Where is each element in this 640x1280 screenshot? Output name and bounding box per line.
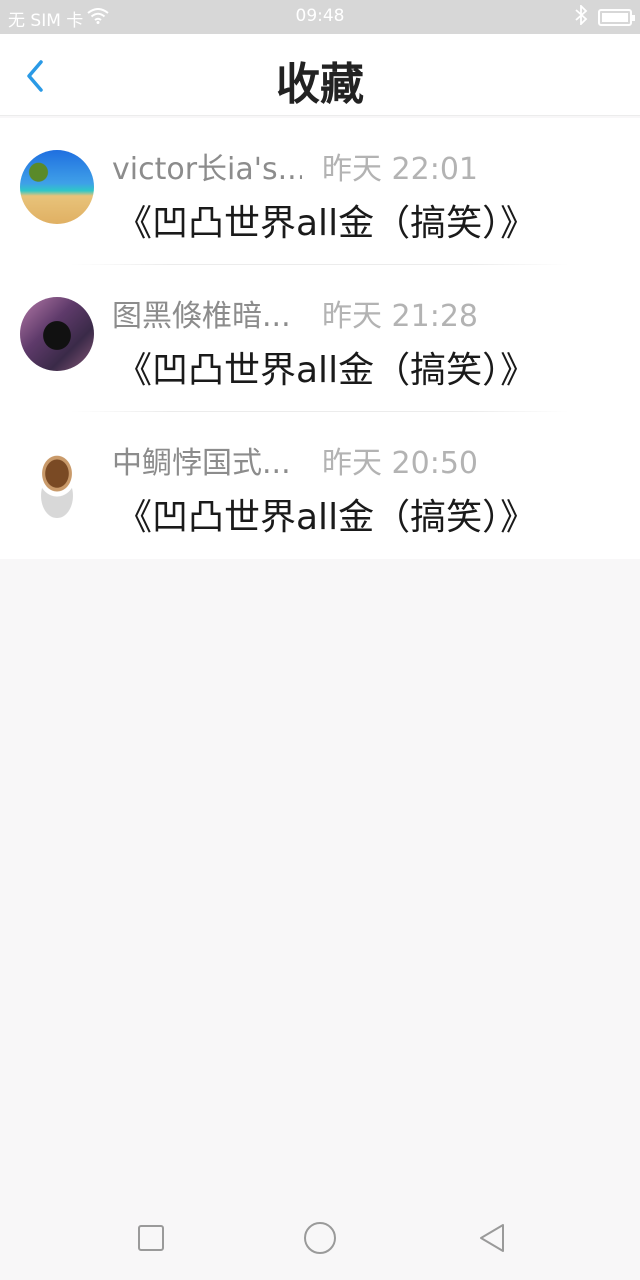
battery-icon: [598, 9, 635, 26]
square-icon: [138, 1225, 164, 1251]
status-bar: 无 SIM 卡 09:48: [0, 0, 640, 34]
nav-back-button[interactable]: [472, 1218, 512, 1258]
page-title: 收藏: [276, 59, 364, 110]
list-item[interactable]: 中鲷悖国式... 昨天 20:50 《凹凸世界all金（搞笑）》: [0, 412, 640, 559]
avatar[interactable]: [20, 444, 94, 518]
message-time: 昨天 20:50: [322, 446, 478, 481]
message-text: 《凹凸世界all金（搞笑）》: [116, 350, 537, 391]
message-text: 《凹凸世界all金（搞笑）》: [116, 497, 537, 538]
message-time: 昨天 22:01: [322, 152, 478, 187]
status-time: 09:48: [295, 6, 345, 26]
nav-bar: [0, 1196, 640, 1280]
screen: 无 SIM 卡 09:48 收藏 victor长ia's... 昨天 22:01…: [0, 0, 640, 1280]
favorites-list: victor长ia's... 昨天 22:01 《凹凸世界all金（搞笑）》 图…: [0, 118, 640, 559]
sender-name: victor长ia's...: [112, 152, 302, 187]
bluetooth-icon: [574, 3, 588, 30]
circle-icon: [304, 1222, 336, 1254]
sender-name: 图黑倏椎暗...: [112, 299, 291, 334]
message-time: 昨天 21:28: [322, 299, 478, 334]
recent-apps-button[interactable]: [131, 1218, 171, 1258]
status-right: [574, 3, 635, 30]
list-item[interactable]: victor长ia's... 昨天 22:01 《凹凸世界all金（搞笑）》: [0, 118, 640, 265]
header: 收藏: [0, 34, 640, 116]
message-text: 《凹凸世界all金（搞笑）》: [116, 203, 537, 244]
triangle-back-icon: [480, 1224, 504, 1252]
list-item[interactable]: 图黑倏椎暗... 昨天 21:28 《凹凸世界all金（搞笑）》: [0, 265, 640, 412]
sender-name: 中鲷悖国式...: [112, 446, 291, 481]
avatar[interactable]: [20, 297, 94, 371]
avatar[interactable]: [20, 150, 94, 224]
home-button[interactable]: [300, 1218, 340, 1258]
